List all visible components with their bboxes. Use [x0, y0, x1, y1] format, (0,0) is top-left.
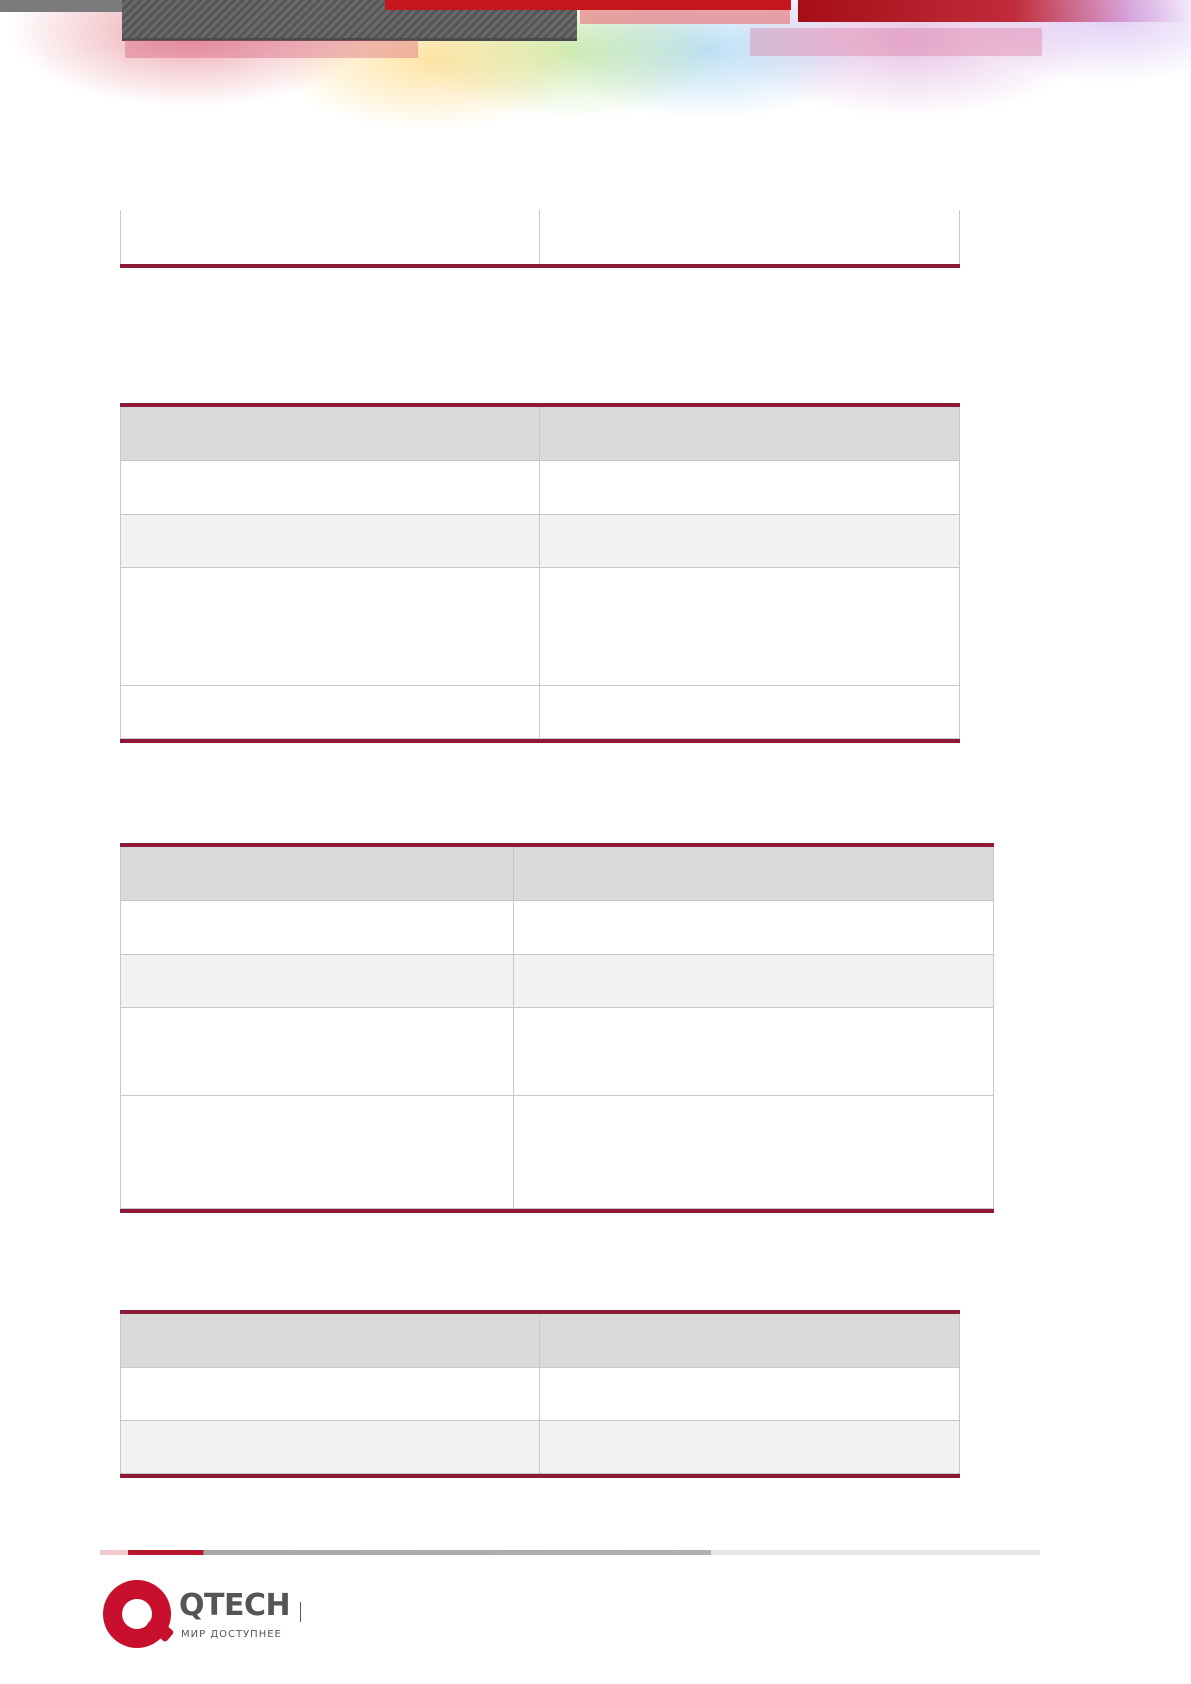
table-header-cell — [514, 847, 994, 901]
banner-stripe — [385, 0, 791, 10]
table-cell — [120, 1096, 514, 1209]
table-cell — [514, 1096, 994, 1209]
logo-tagline: МИР ДОСТУПНЕЕ — [181, 1629, 282, 1640]
table-2 — [120, 403, 960, 743]
table-cell — [120, 1368, 540, 1421]
table-cell — [540, 210, 960, 264]
table-cell — [540, 686, 960, 739]
table-cell — [120, 568, 540, 686]
banner-stripe — [125, 40, 418, 58]
table-cell — [514, 1008, 994, 1096]
table-cell — [120, 1421, 540, 1474]
qtech-logo: QTECH МИР ДОСТУПНЕЕ — [100, 1577, 300, 1652]
logo-name: QTECH — [179, 1588, 291, 1623]
table-continued — [120, 210, 960, 268]
table-cell — [540, 1421, 960, 1474]
table-header-cell — [540, 407, 960, 461]
banner-stripe — [750, 28, 1042, 56]
table-cell — [514, 955, 994, 1008]
table-header-cell — [540, 1314, 960, 1368]
table-cell — [540, 568, 960, 686]
table-cell — [120, 901, 514, 955]
table-cell — [540, 515, 960, 568]
footer-rule — [100, 1550, 1040, 1555]
table-header-cell — [120, 1314, 540, 1368]
footer-separator — [300, 1602, 301, 1622]
table-cell — [120, 686, 540, 739]
table-cell — [120, 955, 514, 1008]
header-banner — [0, 0, 1191, 150]
table-3 — [120, 843, 994, 1213]
table-cell — [120, 1008, 514, 1096]
table-header-cell — [120, 847, 514, 901]
table-cell — [540, 1368, 960, 1421]
banner-stripe — [0, 0, 122, 12]
table-4 — [120, 1310, 960, 1478]
table-cell — [120, 210, 540, 264]
table-cell — [514, 901, 994, 955]
table-cell — [540, 461, 960, 515]
banner-stripe — [580, 10, 790, 24]
table-cell — [120, 515, 540, 568]
table-header-cell — [120, 407, 540, 461]
table-cell — [120, 461, 540, 515]
banner-stripe — [798, 0, 1191, 22]
qtech-logo-icon — [103, 1580, 171, 1648]
